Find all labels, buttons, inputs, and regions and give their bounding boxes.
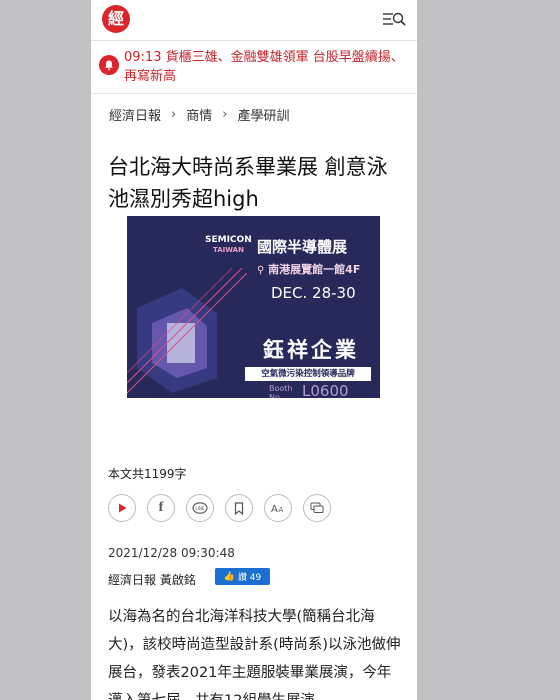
breadcrumb: 經濟日報 › 商情 › 產學研訓 <box>109 105 289 124</box>
author-byline[interactable]: 經濟日報 黃啟銘 <box>108 571 196 588</box>
line-icon[interactable]: LINE <box>186 494 214 522</box>
play-icon[interactable] <box>108 494 136 522</box>
font-size-icon[interactable]: A A <box>264 494 292 522</box>
ad-dates: DEC. 28-30 <box>271 284 356 302</box>
bookmark-icon[interactable] <box>225 494 253 522</box>
ad-expo-name: 國際半導體展 <box>257 238 348 256</box>
top-bar: 經 <box>91 0 417 41</box>
article-page: 經 09:13 貨櫃三雄、金融雙雄領軍 台股早盤續揚、再寫新高 經濟日報 › 商… <box>91 0 417 700</box>
site-logo[interactable]: 經 <box>102 5 130 33</box>
like-label: 讚 49 <box>237 573 262 583</box>
menu-search-icon[interactable] <box>383 10 407 28</box>
share-toolbar: f LINE A A <box>108 494 342 522</box>
svg-text:A: A <box>279 506 284 514</box>
ad-brand-sub: TAIWAN <box>213 246 244 254</box>
publish-date: 2021/12/28 09:30:48 <box>108 546 235 560</box>
ad-company: 鈺祥企業 <box>263 338 359 362</box>
ad-artwork <box>127 268 247 394</box>
breadcrumb-item[interactable]: 經濟日報 <box>109 105 161 124</box>
chevron-right-icon: › <box>222 107 228 122</box>
ad-banner[interactable]: SEMICON TAIWAN 國際半導體展 ⚲ 南港展覽館一館4F DEC. 2… <box>127 216 380 398</box>
thumbs-up-icon: 👍 <box>223 571 235 582</box>
breaking-news-bar[interactable]: 09:13 貨櫃三雄、金融雙雄領軍 台股早盤續揚、再寫新高 <box>91 41 417 94</box>
article-body: 以海為名的台北海洋科技大學(簡稱台北海大)，該校時尚造型設計系(時尚系)以泳池做… <box>108 609 401 700</box>
ad-venue-text: 南港展覽館一館4F <box>268 263 361 276</box>
ad-tagline: 空氣微污染控制領導品牌 <box>245 367 371 381</box>
breadcrumb-item[interactable]: 產學研訓 <box>237 105 289 124</box>
ad-venue: ⚲ 南港展覽館一館4F <box>257 261 360 277</box>
svg-text:A: A <box>271 504 278 514</box>
ad-booth-number: L0600 <box>302 382 349 398</box>
bell-icon <box>99 55 119 75</box>
location-pin-icon: ⚲ <box>257 265 265 276</box>
comment-icon[interactable] <box>303 494 331 522</box>
article-title: 台北海大時尚系畢業展 創意泳池濕別秀超high <box>108 155 388 212</box>
facebook-icon[interactable]: f <box>147 494 175 522</box>
breaking-news-text[interactable]: 09:13 貨櫃三雄、金融雙雄領軍 台股早盤續揚、再寫新高 <box>124 48 409 86</box>
like-button[interactable]: 👍 讚 49 <box>215 568 270 585</box>
ad-brand: SEMICON <box>205 235 252 245</box>
ad-booth-label: Booth No. <box>269 384 293 398</box>
svg-text:LINE: LINE <box>195 505 205 510</box>
chevron-right-icon: › <box>171 107 177 122</box>
word-count: 本文共1199字 <box>108 467 187 481</box>
breadcrumb-item[interactable]: 商情 <box>186 105 212 124</box>
